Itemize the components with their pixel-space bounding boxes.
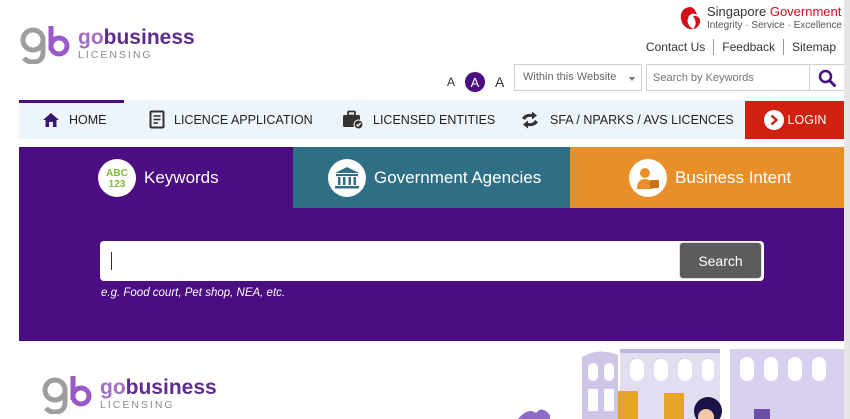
tab-keywords-label: Keywords: [144, 167, 219, 187]
logo-wordmark-footer: gobusiness LICENSING: [100, 377, 217, 411]
nav-licence-application-label: LICENCE APPLICATION: [174, 112, 313, 127]
contact-us-link[interactable]: Contact Us: [638, 39, 713, 55]
search-scope-value: Within this Website: [523, 71, 617, 83]
logo-wordmark: gobusiness LICENSING: [78, 27, 195, 61]
keyword-search-input[interactable]: [646, 64, 810, 91]
home-icon: [42, 112, 60, 128]
licence-search-input[interactable]: [100, 241, 764, 281]
page: gobusiness LICENSING Singapore Governmen…: [0, 0, 850, 419]
nav-licensed-entities-label: LICENSED ENTITIES: [373, 112, 496, 127]
nav-sfa-label: SFA / NPARKS / AVS LICENCES: [550, 112, 734, 127]
shophouse-illustration: [518, 349, 845, 419]
sg-government-logo[interactable]: Singapore Government Integrity · Service…: [679, 5, 842, 33]
gb-logo-icon: [42, 376, 92, 414]
nav-home-label: HOME: [69, 112, 107, 127]
gobusiness-logo-footer[interactable]: gobusiness LICENSING: [42, 374, 217, 414]
form-icon: [149, 110, 165, 130]
abc-123-icon: ABC 123: [98, 158, 136, 197]
keyword-search-button[interactable]: [809, 64, 845, 91]
logo-business: business: [125, 376, 217, 400]
logo-licensing: LICENSING: [100, 399, 175, 412]
tab-government-agencies-label: Government Agencies: [374, 167, 542, 187]
font-size-small[interactable]: A: [447, 75, 455, 89]
arrow-right-circle-icon: [763, 110, 784, 130]
tab-business-intent[interactable]: Business Intent: [570, 147, 845, 208]
tab-business-intent-label: Business Intent: [675, 167, 792, 187]
tab-government-agencies[interactable]: Government Agencies: [293, 147, 570, 208]
chevron-down-icon: [629, 77, 635, 81]
sg-government: Government: [769, 4, 842, 19]
logo-go: go: [100, 376, 126, 400]
nav-licensed-entities[interactable]: LICENSED ENTITIES: [342, 100, 495, 139]
main-nav: HOME LICENCE APPLICATION LICENSED ENTITI…: [19, 100, 845, 139]
login-label: LOGIN: [787, 113, 827, 127]
abc-glyph: ABC: [106, 168, 128, 179]
search-hero: ABC 123 Keywords Government Agencies Bus…: [19, 147, 845, 341]
logo-go: go: [78, 26, 104, 50]
search-hint: e.g. Food court, Pet shop, NEA, etc.: [101, 287, 286, 299]
lion-head-icon: [680, 7, 701, 30]
login-button[interactable]: LOGIN: [745, 101, 845, 139]
font-size-medium[interactable]: A: [465, 72, 486, 92]
search-button[interactable]: Search: [679, 242, 762, 279]
top-links: Contact Us Feedback Sitemap: [638, 39, 844, 55]
sitemap-link[interactable]: Sitemap: [782, 39, 844, 55]
search-icon: [818, 69, 836, 87]
government-building-icon: [328, 158, 366, 197]
nav-licence-application[interactable]: LICENCE APPLICATION: [149, 100, 313, 139]
nav-sfa-nparks-avs[interactable]: SFA / NPARKS / AVS LICENCES: [519, 100, 734, 139]
feedback-link[interactable]: Feedback: [713, 39, 783, 55]
gobusiness-logo[interactable]: gobusiness LICENSING: [20, 24, 195, 64]
font-size-large[interactable]: A: [495, 74, 504, 90]
num-glyph: 123: [109, 179, 126, 190]
business-person-icon: [629, 158, 667, 197]
tab-keywords[interactable]: ABC 123 Keywords: [19, 147, 293, 208]
text-cursor: [111, 252, 112, 270]
sg-motto: Integrity · Service · Excellence: [706, 20, 842, 31]
sg-singapore: Singapore: [706, 4, 767, 19]
font-size-controls: A A A: [447, 72, 504, 92]
logo-business: business: [103, 26, 195, 50]
gb-logo-icon: [20, 26, 70, 64]
exchange-arrows-icon: [519, 111, 541, 129]
logo-licensing: LICENSING: [78, 49, 153, 62]
search-scope-select[interactable]: Within this Website: [514, 64, 642, 91]
briefcase-check-icon: [342, 110, 364, 130]
nav-home[interactable]: HOME: [42, 100, 107, 139]
scrollbar[interactable]: [844, 0, 850, 419]
